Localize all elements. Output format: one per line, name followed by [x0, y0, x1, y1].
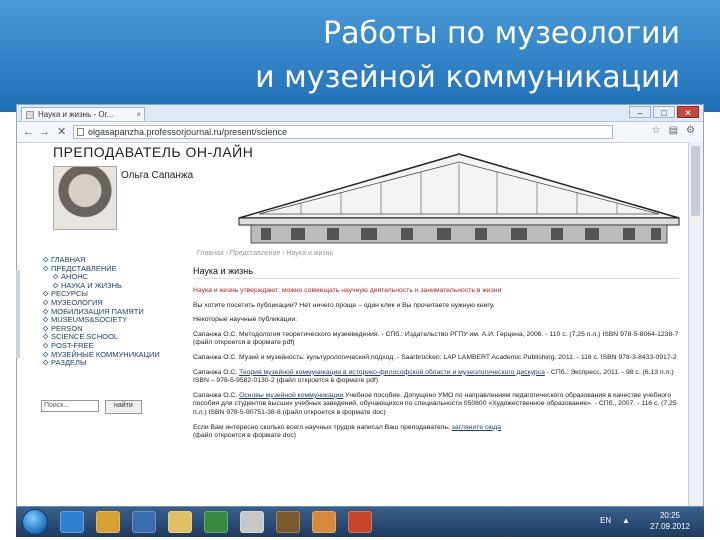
language-indicator[interactable]: EN	[600, 516, 611, 525]
site-name[interactable]: ПРЕПОДАВАТЕЛЬ ОН-ЛАЙН	[53, 144, 253, 160]
start-button[interactable]	[22, 509, 48, 535]
page-scrollbar[interactable]	[688, 142, 703, 507]
editor-app-icon[interactable]	[132, 511, 156, 533]
page-icon	[77, 128, 84, 136]
more-works-link[interactable]: загляните сюда	[452, 424, 501, 431]
clock[interactable]: 20:25 27.09.2012	[650, 510, 690, 532]
sidebar-nav: ГЛАВНАЯ ПРЕДСТАВЛЕНИЕ АНОНС НАУКА И ЖИЗНЬ РЕ…	[41, 255, 191, 368]
web-page: ПРЕПОДАВАТЕЛЬ ОН-ЛАЙН Ольга Сапанжа Глав…	[17, 142, 689, 507]
page-favicon-icon	[26, 111, 34, 119]
article-heading: Наука и жизнь	[193, 266, 679, 279]
article-question: Вы хотите посетить публикации? Нет ничег…	[193, 301, 495, 309]
slide-side-marker	[16, 270, 20, 358]
address-url: olgasapanzha.professorjournal.ru/present…	[88, 127, 288, 137]
bullet-icon	[42, 308, 49, 314]
bullet-icon	[52, 273, 59, 280]
tab-title: Наука и жизнь - Ог...	[38, 110, 114, 119]
bullet-icon	[42, 325, 49, 332]
browser-screenshot: Наука и жизнь - Ог... × – □ ✕ ← → ✕ olga…	[16, 104, 704, 508]
folder-icon[interactable]	[168, 511, 192, 533]
paint-app-icon[interactable]	[312, 511, 336, 533]
breadcrumb[interactable]: Главная › Представление › Наука и жизнь	[197, 250, 333, 257]
close-window-button[interactable]: ✕	[677, 106, 699, 118]
author-name: Ольга Сапанжа	[121, 170, 194, 181]
chrome-browser-icon[interactable]	[96, 511, 120, 533]
publication-link[interactable]: Основы музейной коммуникации	[239, 392, 343, 399]
stop-icon[interactable]: ✕	[57, 125, 66, 139]
article: Наука и жизнь Наука и жизнь утверждают: …	[193, 266, 679, 447]
slide-title-line1: Работы по музеологии	[323, 16, 680, 51]
wrench-icon[interactable]: ⚙	[686, 125, 695, 136]
temple-pediment-image	[238, 153, 680, 244]
toolbar-icons: ☆ ▤ ⚙	[652, 125, 695, 136]
browser-tab-bar: Наука и жизнь - Ог... × – □ ✕	[17, 105, 703, 122]
bullet-icon	[52, 282, 59, 289]
bullet-icon	[42, 291, 49, 297]
minimize-button[interactable]: –	[629, 106, 651, 118]
window-controls: – □ ✕	[629, 106, 699, 118]
sidebar-item[interactable]: РАЗДЕЛЫ	[41, 358, 191, 368]
ie-browser-icon[interactable]	[60, 511, 84, 533]
bullet-icon	[42, 359, 49, 366]
address-bar[interactable]: olgasapanzha.professorjournal.ru/present…	[73, 125, 613, 139]
article-notice: Наука и жизнь утверждают: можно совмещат…	[193, 287, 502, 294]
search-input[interactable]: Поиск...	[41, 400, 99, 412]
bullet-icon	[42, 342, 49, 349]
forward-arrow-icon[interactable]: →	[39, 125, 50, 139]
tab-close-icon[interactable]: ×	[136, 108, 141, 121]
powerpoint-icon[interactable]	[348, 511, 372, 533]
bullet-icon	[42, 351, 49, 357]
page-menu-icon[interactable]: ▤	[669, 125, 678, 136]
article-footer: Если Вам интересно сколько всего научных…	[193, 423, 501, 440]
browser-tab[interactable]: Наука и жизнь - Ог... ×	[21, 107, 145, 121]
scanner-app-icon[interactable]	[240, 511, 264, 533]
tray-expand-icon[interactable]: ▲	[622, 516, 630, 525]
article-intro: Некоторые научные публикации:	[193, 316, 298, 324]
slide-header: Работы по музеологии и музейной коммуник…	[0, 0, 720, 112]
taskbar: EN ▲ 20:25 27.09.2012	[16, 506, 704, 537]
bullet-icon	[42, 265, 49, 271]
clock-time: 20:25	[659, 511, 680, 520]
back-arrow-icon[interactable]: ←	[23, 125, 34, 139]
search-form: Поиск... найти	[41, 400, 142, 414]
star-icon[interactable]: ☆	[652, 125, 661, 136]
sidebar-item-label: РАЗДЕЛЫ	[51, 358, 87, 368]
clock-date: 27.09.2012	[649, 522, 690, 531]
publication-item: Сапанжа О.С. Методология теоретического …	[193, 330, 679, 347]
publication-item: Сапанжа О.С. Музей и музейность: культур…	[193, 353, 677, 361]
browser-toolbar: ← → ✕ olgasapanzha.professorjournal.ru/p…	[17, 122, 703, 143]
scrollbar-thumb[interactable]	[691, 146, 700, 216]
publication-item: Сапанжа О.С. Теория музейной коммуникаци…	[193, 368, 674, 385]
bullet-icon	[42, 256, 49, 263]
media-player-icon[interactable]	[204, 511, 228, 533]
writing-app-icon[interactable]	[276, 511, 300, 533]
bullet-icon	[42, 334, 49, 340]
search-button[interactable]: найти	[105, 400, 142, 414]
publication-link[interactable]: Теория музейной коммуникации в историко-…	[239, 369, 545, 376]
slide-title: Работы по музеологии и музейной коммуник…	[255, 12, 680, 100]
avatar	[53, 166, 117, 230]
maximize-button[interactable]: □	[653, 106, 675, 118]
publication-item: Сапанжа О.С. Основы музейной коммуникаци…	[193, 391, 677, 416]
bullet-icon	[42, 299, 49, 306]
slide-title-line2: и музейной коммуникации	[255, 60, 680, 95]
bullet-icon	[42, 316, 49, 323]
